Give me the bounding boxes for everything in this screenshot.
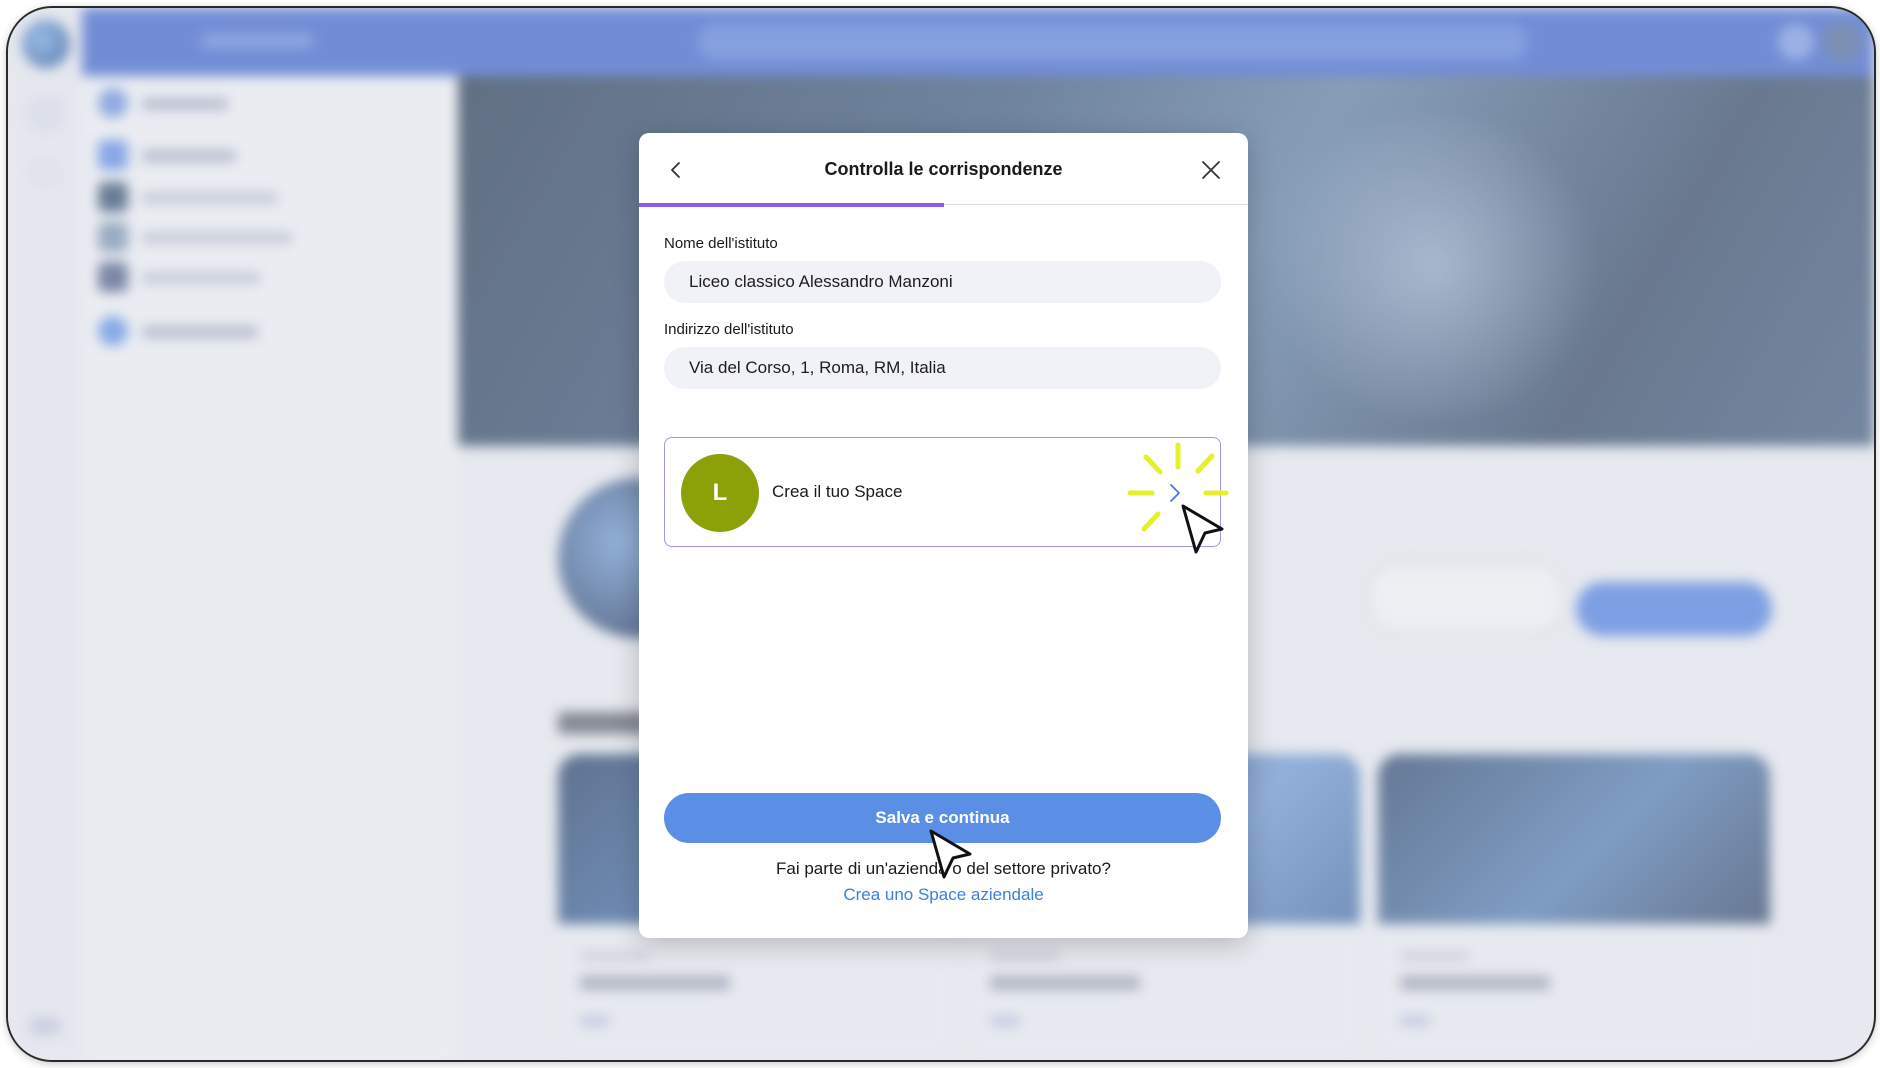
private-sector-question: Fai parte di un'azienda o del settore pr… — [776, 859, 1111, 878]
modal-title: Controlla le corrispondenze — [824, 159, 1063, 179]
modal-header: Controlla le corrispondenze — [639, 133, 1248, 207]
create-business-space-link[interactable]: Crea uno Space aziendale — [639, 885, 1248, 905]
institute-address-input[interactable] — [664, 347, 1221, 389]
match-check-modal: Controlla le corrispondenze Nome dell'is… — [639, 133, 1248, 938]
step-progress-bar — [639, 203, 944, 207]
space-avatar: L — [681, 454, 759, 532]
close-button[interactable] — [1200, 159, 1222, 181]
save-continue-button[interactable]: Salva e continua — [664, 793, 1221, 843]
create-space-label: Crea il tuo Space — [772, 482, 903, 501]
create-space-option[interactable]: L Crea il tuo Space — [664, 437, 1221, 547]
chevron-right-icon — [1170, 484, 1180, 502]
institute-name-input[interactable] — [664, 261, 1221, 303]
institute-address-label: Indirizzo dell'istituto — [664, 321, 794, 338]
institute-name-label: Nome dell'istituto — [664, 235, 778, 252]
close-icon — [1202, 161, 1220, 179]
